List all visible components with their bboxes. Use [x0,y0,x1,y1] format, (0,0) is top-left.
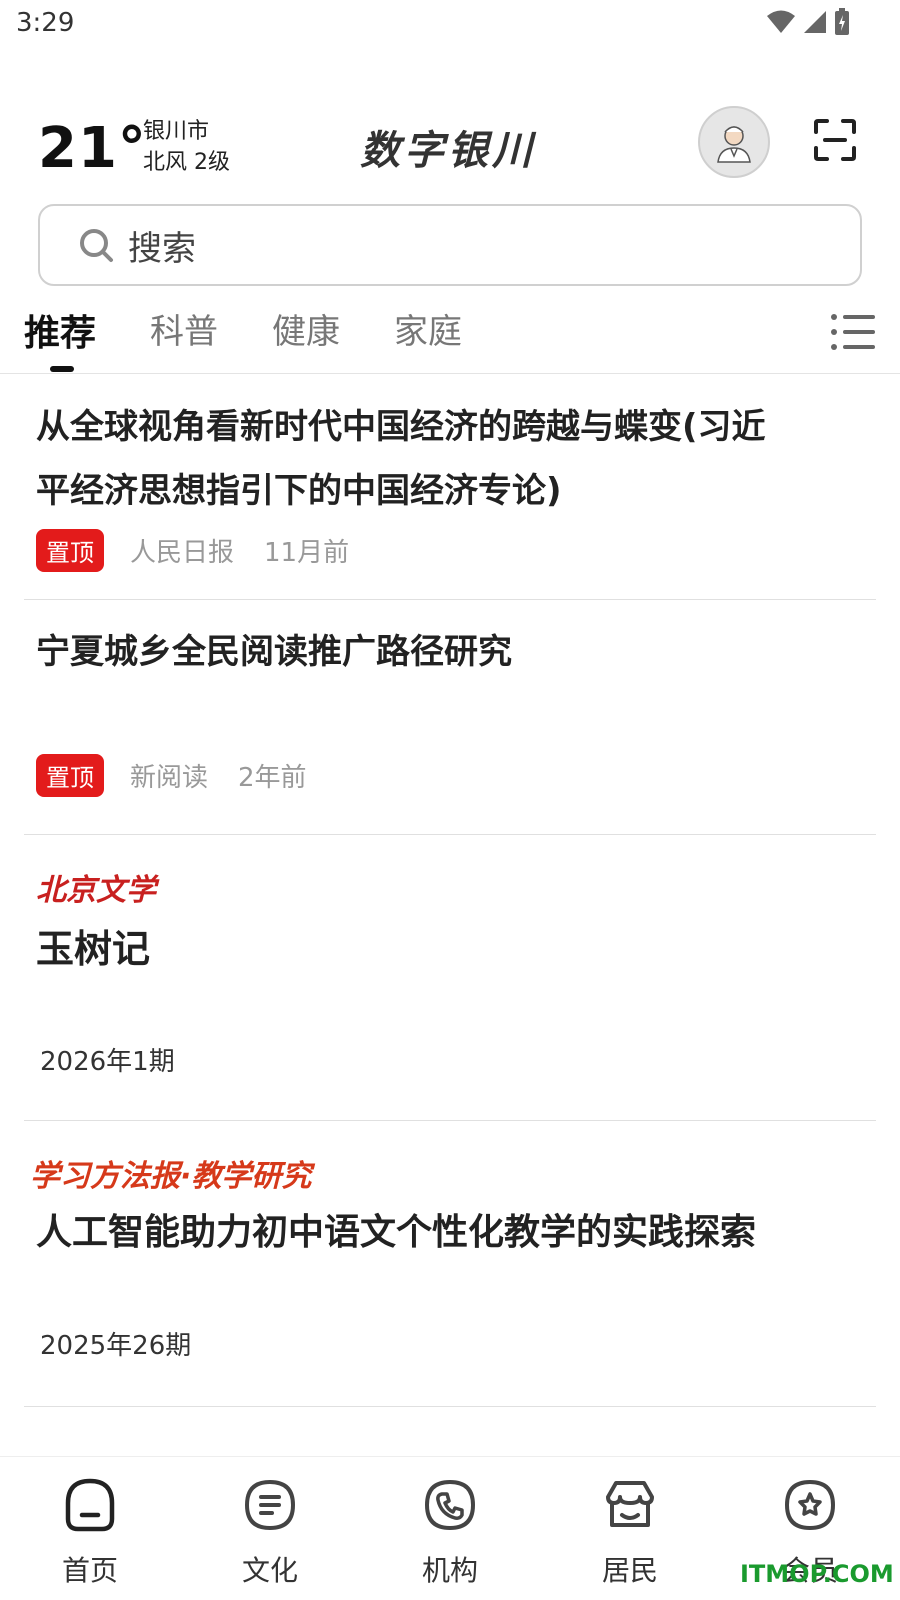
pinned-badge: 置顶 [36,529,104,572]
culture-icon [244,1479,296,1531]
tab-recommend[interactable]: 推荐 [24,304,96,356]
status-time: 3:29 [16,8,75,38]
nav-resident[interactable]: 居民 [570,1475,690,1589]
phone-icon [424,1479,476,1531]
weather-location: 银川市 北风 2级 [143,116,230,178]
article-title[interactable]: 从全球视角看新时代中国经济的跨越与蝶变(习近 平经济思想指引下的中国经济专论) [24,395,876,523]
pinned-badge: 置顶 [36,754,104,797]
article-meta: 置顶 新阅读 2年前 [24,754,876,797]
nav-home[interactable]: 首页 [30,1475,150,1589]
app-logo: 数字银川 [360,127,536,174]
list-item[interactable]: 北京文学 玉树记 2026年1期 [24,835,876,1121]
article-time: 11月前 [264,538,350,568]
news-feed: 从全球视角看新时代中国经济的跨越与蝶变(习近 平经济思想指引下的中国经济专论) … [0,375,900,1407]
tab-list-menu-icon[interactable] [830,312,876,352]
search-box[interactable]: 搜索 [38,204,862,286]
article-meta: 置顶 人民日报 11月前 [24,529,876,572]
status-bar: 3:29 [0,0,900,52]
tab-family[interactable]: 家庭 [394,304,462,353]
nav-institution-label: 机构 [421,1554,478,1587]
nav-home-label: 首页 [61,1554,118,1587]
status-icons [766,8,850,36]
article-time: 2年前 [238,763,307,793]
wifi-icon [767,10,795,33]
watermark: ITMOP.COM [740,1560,894,1588]
search-icon [80,229,113,262]
active-tab-indicator [50,366,74,372]
nav-institution[interactable]: 机构 [390,1475,510,1589]
article-source: 人民日报 [130,538,235,568]
tab-health[interactable]: 健康 [272,304,340,353]
avatar[interactable] [698,106,770,178]
header: 21° 银川市 北风 2级 数字银川 [0,100,900,200]
issue-number: 2026年1期 [40,1047,175,1077]
resident-icon [606,1481,654,1527]
weather-wind: 北风 2级 [143,150,230,175]
list-item[interactable]: 从全球视角看新时代中国经济的跨越与蝶变(习近 平经济思想指引下的中国经济专论) … [24,375,876,600]
nav-culture-label: 文化 [241,1554,298,1587]
journal-logo: 学习方法报·教学研究 [30,1159,312,1194]
home-icon [65,1478,115,1532]
weather-city: 银川市 [143,119,210,144]
article-title[interactable]: 人工智能助力初中语文个性化教学的实践探索 [24,1201,876,1265]
category-tabs: 推荐 科普 健康 家庭 [0,296,900,374]
list-item[interactable]: 宁夏城乡全民阅读推广路径研究 置顶 新阅读 2年前 [24,600,876,835]
nav-culture[interactable]: 文化 [210,1475,330,1589]
search-input[interactable]: 搜索 [128,221,196,270]
article-title[interactable]: 玉树记 [24,917,876,981]
journal-logo: 北京文学 [36,873,156,908]
user-avatar-icon [717,126,751,163]
scan-icon[interactable] [813,118,857,162]
battery-icon [835,8,849,35]
issue-number: 2025年26期 [40,1331,192,1361]
signal-icon [804,11,826,33]
nav-resident-label: 居民 [601,1554,658,1587]
member-icon [784,1479,836,1531]
list-item[interactable]: 学习方法报·教学研究 人工智能助力初中语文个性化教学的实践探索 2025年26期 [24,1121,876,1407]
article-title[interactable]: 宁夏城乡全民阅读推广路径研究 [24,620,876,684]
article-source: 新阅读 [130,763,209,793]
tab-science[interactable]: 科普 [150,304,218,353]
weather-temperature: 21° [38,116,147,181]
